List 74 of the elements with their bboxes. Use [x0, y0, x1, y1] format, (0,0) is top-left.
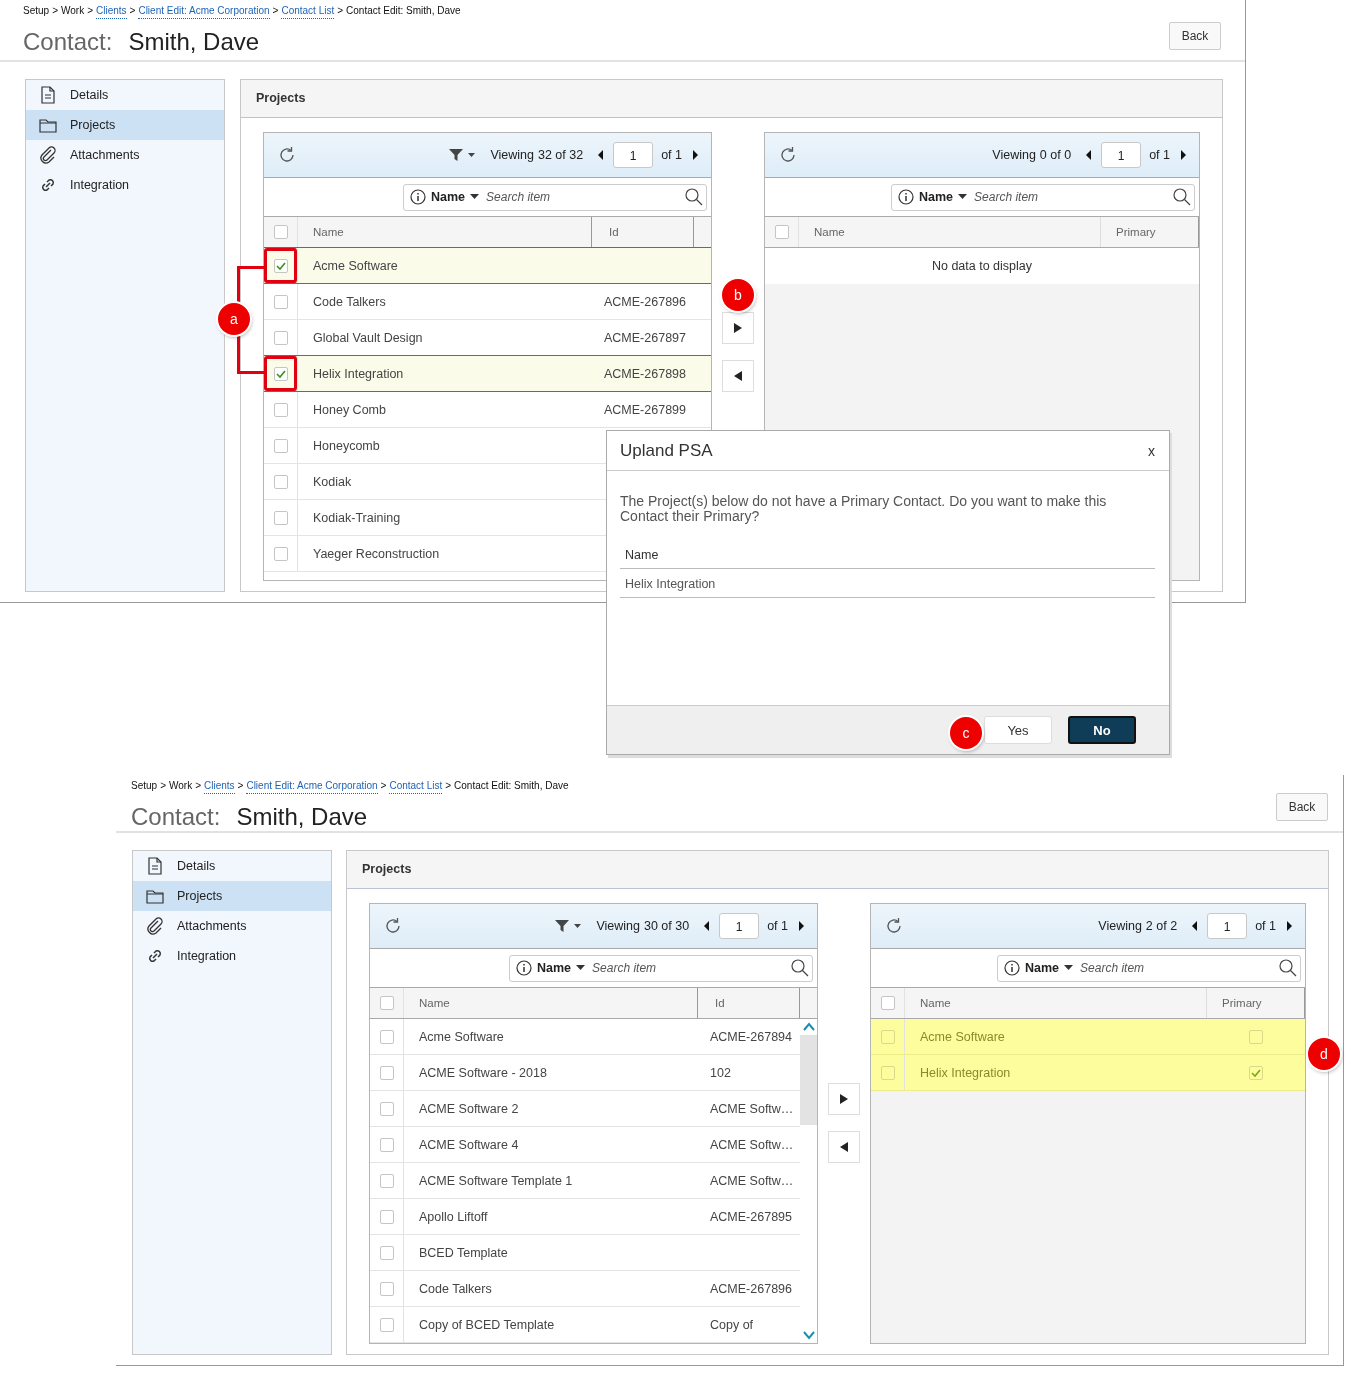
table-cell: ACME-267897: [604, 330, 686, 345]
table-cell: Code Talkers: [419, 1281, 492, 1296]
breadcrumb-separator: >: [237, 779, 244, 793]
table-cell: 102: [710, 1065, 731, 1080]
viewing-count: 32 of 32: [537, 148, 584, 162]
table-cell: Helix Integration: [920, 1065, 1011, 1080]
callout-badge: a: [218, 303, 250, 335]
table-cell: Apollo Liftoff: [419, 1209, 488, 1224]
page-total: of 1: [767, 919, 788, 933]
table-cell: Yaeger Reconstruction: [313, 546, 440, 561]
breadcrumb-separator: >: [195, 779, 201, 793]
table-cell: ACME Softw…: [710, 1101, 794, 1116]
contact-name: Smith, Dave: [128, 28, 260, 56]
viewing-count: 30 of 30: [643, 919, 690, 933]
panel-title: Projects: [347, 851, 1328, 889]
breadcrumb-separator: >: [87, 4, 93, 18]
page-total: of 1: [661, 148, 682, 162]
page-title-label: Contact:: [23, 28, 113, 56]
table-cell: Honey Comb: [313, 402, 386, 417]
table-cell: Copy of BCED Template: [419, 1317, 555, 1332]
breadcrumb-separator: >: [52, 4, 58, 18]
viewing-label: Viewing: [992, 148, 1036, 162]
table-cell: ACME Software - 2018: [419, 1065, 547, 1080]
table-cell: ACME Software 2: [419, 1101, 519, 1116]
breadcrumb-separator: >: [129, 4, 136, 18]
breadcrumb-item: Work: [169, 779, 193, 793]
table-cell: Helix Integration: [620, 569, 1155, 598]
table-cell: Honeycomb: [313, 438, 380, 453]
panel-title: Projects: [241, 80, 1222, 118]
page-title-label: Contact:: [131, 803, 221, 831]
dialog-title: Upland PSA: [620, 440, 713, 461]
table-cell: Acme Software: [920, 1029, 1005, 1044]
breadcrumb-separator: >: [337, 4, 344, 18]
breadcrumb-separator: >: [445, 779, 452, 793]
page-total: of 1: [1149, 148, 1170, 162]
table-cell: Acme Software: [313, 258, 398, 273]
viewing-label: Viewing: [490, 148, 534, 162]
table-cell: ACME Softw…: [710, 1173, 794, 1188]
table-cell: ACME-267899: [604, 402, 686, 417]
table-cell: ACME-267895: [710, 1209, 792, 1224]
callout-badge: c: [950, 717, 982, 749]
table-cell: Copy of: [710, 1317, 754, 1332]
breadcrumb-separator: >: [272, 4, 279, 18]
callout-badge: d: [1308, 1038, 1340, 1070]
table-cell: ACME-267898: [604, 366, 686, 381]
breadcrumb-item: Contact Edit: Smith, Dave: [346, 4, 461, 18]
breadcrumb-separator: >: [380, 779, 387, 793]
table-cell: Helix Integration: [313, 366, 404, 381]
viewing-label: Viewing: [596, 919, 640, 933]
table-cell: Kodiak-Training: [313, 510, 401, 525]
breadcrumb-item: Setup: [23, 4, 50, 18]
breadcrumb-item: Setup: [131, 779, 158, 793]
table-cell: ACME Software 4: [419, 1137, 519, 1152]
table-cell: ACME Softw…: [710, 1137, 794, 1152]
table-cell: ACME-267894: [710, 1029, 792, 1044]
table-cell: Kodiak: [313, 474, 352, 489]
page-total: of 1: [1255, 919, 1276, 933]
callout-badge: b: [722, 279, 754, 311]
column-header: Name: [620, 548, 1155, 569]
viewing-count: 2 of 2: [1145, 919, 1178, 933]
table-cell: Acme Software: [419, 1029, 504, 1044]
table-cell: BCED Template: [419, 1245, 508, 1260]
breadcrumb-item: Contact Edit: Smith, Dave: [454, 779, 569, 793]
breadcrumb-item: Work: [61, 4, 85, 18]
table-cell: ACME Software Template 1: [419, 1173, 573, 1188]
table-cell: Code Talkers: [313, 294, 386, 309]
contact-name: Smith, Dave: [236, 803, 368, 831]
empty-message: No data to display: [765, 248, 1199, 284]
table-cell: ACME-267896: [710, 1281, 792, 1296]
viewing-count: 0 of 0: [1039, 148, 1072, 162]
table-cell: Global Vault Design: [313, 330, 423, 345]
breadcrumb-separator: >: [160, 779, 166, 793]
viewing-label: Viewing: [1098, 919, 1142, 933]
table-cell: ACME-267896: [604, 294, 686, 309]
